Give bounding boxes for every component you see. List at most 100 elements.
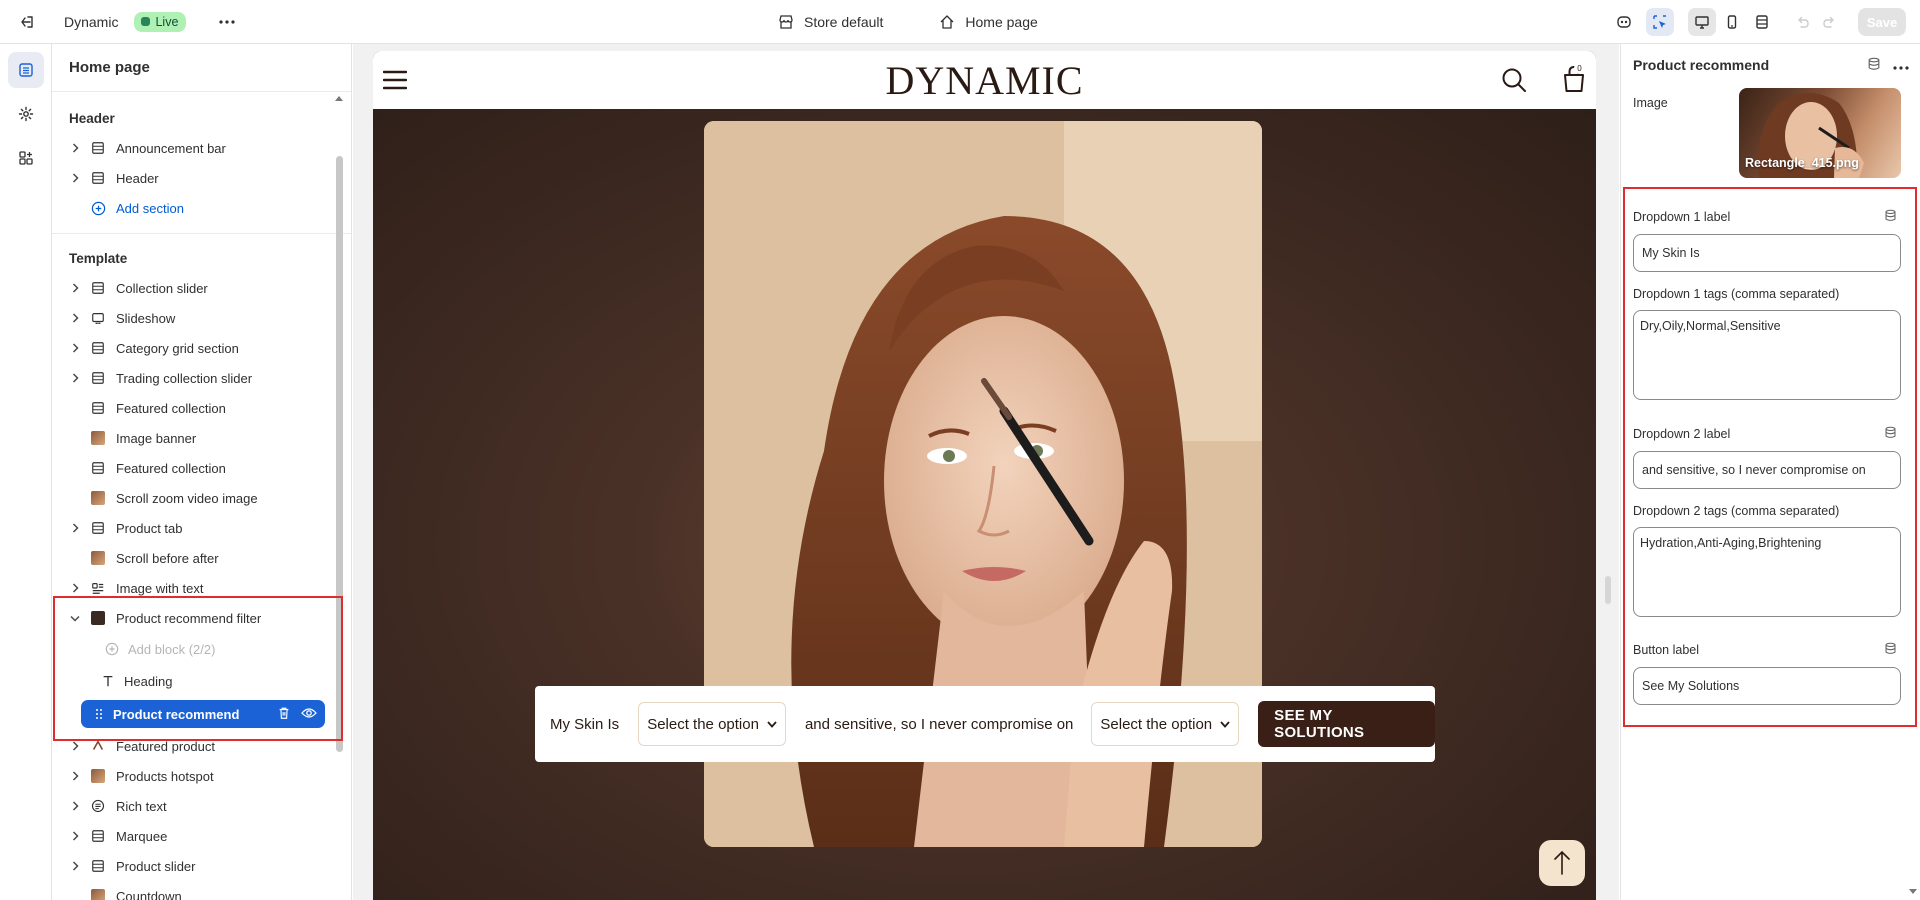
product-recommend-filter-bar: My Skin Is Select the option and sensiti…	[535, 686, 1435, 762]
sidebar-item-featured-product[interactable]: Featured product	[52, 731, 351, 761]
redo-icon[interactable]	[1816, 8, 1844, 36]
sidebar-item-label: Scroll zoom video image	[116, 490, 258, 506]
add-block-button[interactable]: Add block (2/2)	[52, 633, 351, 665]
dropdown-2-select[interactable]: Select the option	[1091, 702, 1240, 746]
sidebar-item-trading-collection-slider[interactable]: Trading collection slider	[52, 363, 351, 393]
sections-icon[interactable]	[8, 52, 44, 88]
sidebar-item-scroll-before-after[interactable]: Scroll before after	[52, 543, 351, 573]
sidebar-item-label: Product recommend filter	[116, 610, 262, 626]
chevron-down-icon[interactable]	[70, 615, 80, 622]
rich-text-icon	[90, 798, 106, 814]
chevron-right-icon[interactable]	[70, 143, 80, 153]
add-circle-icon	[90, 200, 106, 216]
block-product-recommend-selected[interactable]: Product recommend	[81, 700, 325, 728]
sidebar-item-image-with-text[interactable]: Image with text	[52, 573, 351, 603]
template-group-title: Template	[69, 250, 128, 266]
sidebar-item-product-recommend-filter[interactable]: Product recommend filter	[52, 603, 351, 633]
chevron-right-icon[interactable]	[70, 741, 80, 751]
left-rail	[0, 44, 52, 900]
sidebar-item-countdown[interactable]: Countdown	[52, 881, 351, 900]
sidebar-item-label: Featured collection	[116, 460, 226, 476]
dropdown-2-value: Select the option	[1100, 715, 1213, 733]
section-icon	[90, 370, 106, 386]
store-logo[interactable]: DYNAMIC	[373, 51, 1596, 109]
sidebar-item-label: Announcement bar	[116, 140, 226, 156]
sidebar-item-category-grid-section[interactable]: Category grid section	[52, 333, 351, 363]
chevron-right-icon[interactable]	[70, 283, 80, 293]
section-icon	[90, 520, 106, 536]
chevron-right-icon[interactable]	[70, 173, 80, 183]
arrow-up-icon	[1554, 850, 1570, 875]
sidebar-item-label: Product tab	[116, 520, 183, 536]
sidebar-item-rich-text[interactable]: Rich text	[52, 791, 351, 821]
image-picker[interactable]: Rectangle_415.png	[1739, 88, 1901, 178]
header-group-title: Header	[69, 110, 115, 126]
sidebar-item-product-slider[interactable]: Product slider	[52, 851, 351, 881]
see-my-solutions-button[interactable]: SEE MY SOLUTIONS	[1258, 701, 1435, 747]
sidebar-item-products-hotspot[interactable]: Products hotspot	[52, 761, 351, 791]
sidebar-item-announcement-bar[interactable]: Announcement bar	[52, 133, 351, 163]
filter-text-2: and sensitive, so I never compromise on	[804, 715, 1074, 733]
back-to-top-button[interactable]	[1539, 840, 1585, 886]
cart-icon[interactable]: 0	[1561, 63, 1587, 96]
text-icon	[100, 673, 116, 689]
chevron-right-icon[interactable]	[70, 523, 80, 533]
section-icon	[90, 858, 106, 874]
chevron-right-icon[interactable]	[70, 831, 80, 841]
chevron-right-icon[interactable]	[70, 373, 80, 383]
chevron-right-icon[interactable]	[70, 313, 80, 323]
store-selector[interactable]: Store default	[778, 14, 883, 30]
chevron-right-icon[interactable]	[70, 343, 80, 353]
image-thumbnail-icon	[90, 430, 106, 446]
theme-settings-icon[interactable]	[8, 96, 44, 132]
sidebar-item-header[interactable]: Header	[52, 163, 351, 193]
sidebar-item-product-tab[interactable]: Product tab	[52, 513, 351, 543]
chevron-right-icon[interactable]	[70, 801, 80, 811]
dynamic-source-icon[interactable]	[1867, 57, 1881, 74]
undo-icon[interactable]	[1788, 8, 1816, 36]
dropdown-1-select[interactable]: Select the option	[638, 702, 786, 746]
sidebar-item-slideshow[interactable]: Slideshow	[52, 303, 351, 333]
section-icon	[90, 340, 106, 356]
sidebar-item-featured-collection[interactable]: Featured collection	[52, 453, 351, 483]
sidebar-item-label: Trading collection slider	[116, 370, 253, 386]
search-icon[interactable]	[1501, 67, 1527, 96]
chevron-right-icon[interactable]	[70, 861, 80, 871]
block-heading[interactable]: Heading	[52, 665, 351, 697]
live-dot-icon	[141, 17, 151, 26]
exit-icon[interactable]	[14, 9, 40, 35]
scroll-down-arrow-icon[interactable]	[1909, 889, 1917, 894]
page-selector[interactable]: Home page	[939, 14, 1038, 30]
more-actions-icon[interactable]	[214, 9, 240, 35]
sidebar-item-marquee[interactable]: Marquee	[52, 821, 351, 851]
canvas-resize-handle[interactable]	[1605, 576, 1611, 604]
cart-count-badge: 0	[1574, 63, 1585, 74]
image-text-icon	[90, 580, 106, 596]
sidebar-item-collection-slider[interactable]: Collection slider	[52, 273, 351, 303]
inspector-icon[interactable]	[1646, 8, 1674, 36]
delete-icon[interactable]	[277, 706, 291, 723]
sidebar-scrollbar[interactable]	[336, 156, 343, 752]
sidebar-title: Home page	[52, 44, 351, 92]
app-embed-icon[interactable]	[1610, 8, 1638, 36]
store-header: DYNAMIC 0	[373, 51, 1596, 109]
fullscreen-view-icon[interactable]	[1748, 8, 1776, 36]
block-settings-panel: Product recommend Image Rectangle_415.pn…	[1620, 44, 1920, 900]
drag-handle-icon[interactable]	[91, 708, 107, 720]
chevron-right-icon[interactable]	[70, 771, 80, 781]
add-section-link[interactable]: Add section	[52, 193, 351, 223]
desktop-view-icon[interactable]	[1688, 8, 1716, 36]
chevron-right-icon[interactable]	[70, 583, 80, 593]
app-blocks-icon[interactable]	[8, 140, 44, 176]
sidebar-item-scroll-zoom-video-image[interactable]: Scroll zoom video image	[52, 483, 351, 513]
panel-more-icon[interactable]	[1893, 58, 1909, 73]
sidebar-item-label: Image banner	[116, 430, 197, 446]
scroll-up-arrow-icon[interactable]	[335, 96, 343, 101]
visibility-eye-icon[interactable]	[301, 706, 317, 723]
menu-hamburger-icon[interactable]	[382, 70, 408, 93]
filter-text-1: My Skin Is	[550, 715, 620, 733]
sidebar-item-image-banner[interactable]: Image banner	[52, 423, 351, 453]
sidebar-item-featured-collection[interactable]: Featured collection	[52, 393, 351, 423]
mobile-view-icon[interactable]	[1718, 8, 1746, 36]
save-button[interactable]: Save	[1858, 8, 1906, 36]
